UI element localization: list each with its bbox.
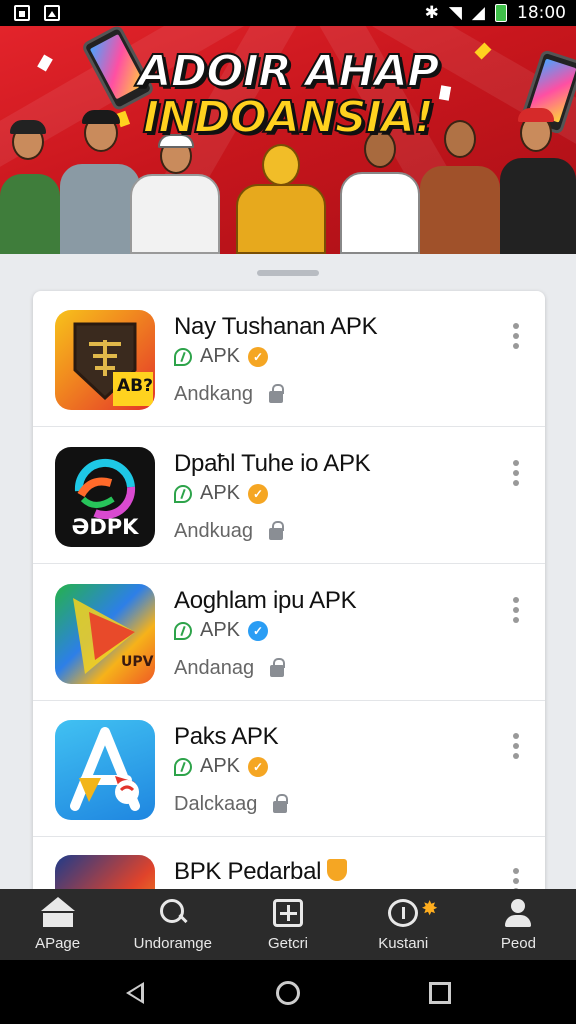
app-name: Dpaħl Tuhe io APK [174, 450, 371, 477]
nav-item-get[interactable]: Getcri [230, 889, 345, 960]
leaf-icon [174, 347, 192, 366]
nav-item-home[interactable]: APage [0, 889, 115, 960]
app-icon-text: UPV [121, 654, 154, 670]
status-bar: ✱ ◥ ◢ 18:00 [0, 0, 576, 26]
app-name: BPK Pedarbal [174, 858, 348, 886]
app-name: Aoghlam ipu APK [174, 587, 357, 614]
screen: ✱ ◥ ◢ 18:00 ADOIR AHAP INDOANSIA! AB? Na… [0, 0, 576, 1024]
back-button[interactable] [126, 982, 144, 1004]
bottom-navigation: APage Undoramge Getcri ✸ Kustani Peod [0, 889, 576, 960]
banner-person [130, 134, 220, 254]
app-meta: APK ✓ [174, 482, 269, 505]
nav-label: Undoramge [133, 935, 212, 952]
verified-badge-icon: ✓ [248, 756, 269, 777]
app-sub: Andkuag [174, 520, 284, 543]
app-meta: APK ✓ [174, 755, 269, 778]
banner-title-line1: ADOIR AHAP [137, 45, 441, 98]
app-developer: Andkang [174, 383, 253, 405]
sparkle-icon: ✸ [421, 898, 438, 920]
leaf-icon [174, 757, 192, 776]
home-icon [40, 897, 75, 927]
shield-icon [327, 859, 348, 881]
lock-icon [268, 383, 284, 403]
app-sub: Andanag [174, 657, 286, 680]
leaf-icon [174, 621, 192, 640]
app-list-item[interactable]: UPV Aoghlam ipu APK APK ✓ Andanag [33, 565, 545, 701]
more-options-icon[interactable] [513, 460, 519, 486]
search-icon [158, 899, 188, 927]
app-developer: Dalckaag [174, 793, 258, 815]
nav-item-search[interactable]: Undoramge [115, 889, 230, 960]
download-box-icon [273, 899, 303, 927]
app-icon-text: AB? [117, 376, 153, 396]
person-icon [503, 899, 533, 927]
app-icon: UPV [55, 584, 155, 684]
app-list-item[interactable]: ƏDPK Dpaħl Tuhe io APK APK ✓ Andkuag [33, 428, 545, 564]
signal-icon: ◢ [471, 3, 485, 23]
system-navigation-bar [0, 960, 576, 1024]
app-list-item[interactable]: AB? Nay Tushanan APK APK ✓ Andkang [33, 291, 545, 427]
notification-icon [14, 5, 30, 21]
more-options-icon[interactable] [513, 597, 519, 623]
app-sub: Dalckaag [174, 793, 289, 816]
status-left [14, 5, 60, 21]
lock-icon [273, 793, 289, 813]
banner-trophy-figure [226, 144, 336, 254]
app-icon: AB? [55, 310, 155, 410]
status-right: ✱ ◥ ◢ 18:00 [425, 3, 566, 23]
app-icon-text: ƏDPK [71, 515, 139, 539]
nav-item-history[interactable]: ✸ Kustani [346, 889, 461, 960]
app-name: Paks APK [174, 723, 279, 750]
status-time: 18:00 [517, 3, 566, 23]
image-notification-icon [44, 5, 60, 21]
banner-person [340, 124, 420, 254]
battery-icon [495, 4, 507, 22]
banner-person [0, 120, 60, 254]
more-options-icon[interactable] [513, 868, 519, 891]
lock-icon [270, 657, 286, 677]
app-type: APK [200, 482, 241, 504]
banner-title-line2: INDOANSIA! [142, 91, 435, 144]
verified-badge-icon: ✓ [248, 483, 269, 504]
nav-label: Getcri [268, 935, 309, 952]
app-name: Nay Tushanan APK [174, 313, 378, 340]
app-developer: Andkuag [174, 520, 253, 542]
nav-label: APage [35, 935, 81, 952]
app-meta: APK ✓ [174, 345, 269, 368]
app-list-item[interactable]: BPK Pedarbal [33, 836, 545, 891]
nav-label: Kustani [378, 935, 429, 952]
app-icon [55, 855, 155, 891]
verified-badge-icon: ✓ [248, 346, 269, 367]
nav-item-profile[interactable]: Peod [461, 889, 576, 960]
more-options-icon[interactable] [513, 323, 519, 349]
app-name-text: BPK Pedarbal [174, 858, 322, 885]
app-type: APK [200, 755, 241, 777]
app-list: AB? Nay Tushanan APK APK ✓ Andkang ƏDPK … [33, 291, 545, 891]
home-button[interactable] [276, 981, 300, 1005]
more-options-icon[interactable] [513, 733, 519, 759]
app-developer: Andanag [174, 657, 255, 679]
app-icon: ƏDPK [55, 447, 155, 547]
app-type: APK [200, 619, 241, 641]
nav-label: Peod [500, 935, 536, 952]
app-icon [55, 720, 155, 820]
promo-banner[interactable]: ADOIR AHAP INDOANSIA! [0, 26, 576, 254]
wifi-icon: ◥ [448, 3, 462, 23]
clock-icon: ✸ [388, 898, 438, 927]
verified-badge-icon: ✓ [248, 620, 269, 641]
app-sub: Andkang [174, 383, 284, 406]
recents-button[interactable] [429, 982, 451, 1004]
app-list-item[interactable]: Paks APK APK ✓ Dalckaag [33, 701, 545, 837]
bluetooth-icon: ✱ [424, 3, 439, 23]
app-meta: APK ✓ [174, 619, 269, 642]
app-type: APK [200, 345, 241, 367]
sheet-drag-handle[interactable] [257, 270, 319, 276]
lock-icon [268, 520, 284, 540]
leaf-icon [174, 484, 192, 503]
